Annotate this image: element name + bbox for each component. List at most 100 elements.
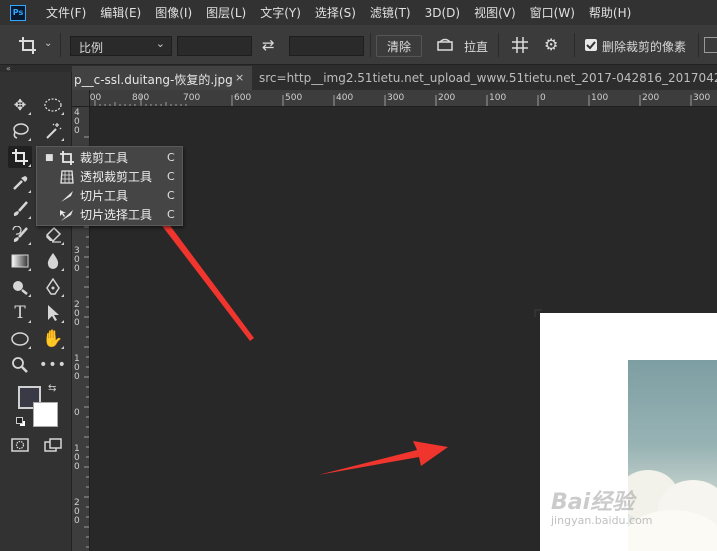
flyout-item-shortcut: C [167,151,175,164]
ratio-select-value: 比例 [79,41,104,55]
ruler-tick-label: 200 [438,93,456,103]
menu-view[interactable]: 视图(V) [474,4,516,21]
marquee-tool[interactable] [41,94,65,116]
flyout-item-label: 切片工具 [80,189,129,203]
ruler-tick-label: 300 [693,93,711,103]
hand-tool[interactable]: ✋ [41,328,65,350]
menu-help[interactable]: 帮助(H) [589,4,631,21]
ruler-tick-label: 500 [285,93,303,103]
chevron-down-icon: ⌄ [155,37,165,50]
brush-tool[interactable] [8,198,32,220]
ruler-tick-label: 0 [74,318,80,328]
menu-window[interactable]: 窗口(W) [530,4,575,21]
close-icon[interactable]: × [235,71,244,84]
flyout-item-crop[interactable]: ■ 裁剪工具 C [37,148,184,167]
menu-bar: Ps 文件(F) 编辑(E) 图像(I) 图层(L) 文字(Y) 选择(S) 滤… [0,0,717,25]
tab-document-1[interactable]: p__c-ssl.duitang-恢复的.jpg [72,66,252,90]
tab-document-2[interactable]: src=http__img2.51tietu.net_upload_www.51… [253,66,717,90]
crop-corner-handle[interactable] [534,309,542,317]
photoshop-logo: Ps [10,4,26,21]
flyout-item-label: 切片选择工具 [80,208,153,222]
crop-preset-dropdown-icon[interactable]: ⌄ [44,38,52,49]
ruler-tick-label: 0 [74,462,80,472]
quick-mask-icon[interactable] [8,434,32,456]
reset-icon[interactable] [704,37,717,53]
swap-colors-icon[interactable]: ⇆ [48,383,56,394]
ruler-corner [72,90,90,107]
menu-image[interactable]: 图像(I) [155,4,192,21]
flyout-item-label: 裁剪工具 [80,151,129,165]
history-brush-tool[interactable] [8,224,32,246]
crop-tool[interactable] [8,146,32,168]
ruler-horizontal: 900 800 700 600 500 400 300 200 100 0 10… [90,90,717,107]
screen-mode-icon[interactable] [41,434,65,456]
magic-wand-tool[interactable] [41,120,65,142]
menu-edit[interactable]: 编辑(E) [100,4,141,21]
flyout-item-perspective-crop[interactable]: 透视裁剪工具 C [37,167,184,186]
clear-button[interactable]: 清除 [376,35,422,57]
ruler-tick-label: 600 [234,93,252,103]
flyout-item-shortcut: C [167,170,175,183]
ruler-tick-label: 100 [489,93,507,103]
type-tool[interactable]: T [8,302,32,324]
active-bullet-icon: ■ [45,152,54,163]
tab-label: src=http__img2.51tietu.net_upload_www.51… [259,71,717,85]
watermark-brand: Bai经验 [551,490,635,515]
blur-tool[interactable] [41,250,65,272]
ruler-tick-label: 0 [74,408,80,418]
delete-cropped-label[interactable]: 删除裁剪的像素 [602,38,686,55]
menu-type[interactable]: 文字(Y) [260,4,301,21]
pen-tool[interactable] [41,276,65,298]
ruler-tick-label: 0 [74,126,80,136]
grid-overlay-icon[interactable] [511,36,529,54]
swap-icon[interactable]: ⇄ [262,36,275,54]
tools-panel: ✥ T ✋ ••• ⇆ [0,72,72,551]
path-selection-tool[interactable] [41,302,65,324]
ruler-tick-label: 0 [74,516,80,526]
menu-3d[interactable]: 3D(D) [425,6,460,20]
eraser-tool[interactable] [41,224,65,246]
perspective-crop-icon [59,169,75,185]
slice-select-icon [59,207,75,223]
shape-tool[interactable] [8,328,32,350]
document-tab-bar: p__c-ssl.duitang-恢复的.jpg × src=http__img… [72,66,717,90]
ratio-select[interactable]: 比例 ⌄ [70,36,172,56]
zoom-tool[interactable] [8,354,32,376]
flyout-item-slice[interactable]: 切片工具 C [37,186,184,205]
document-canvas[interactable]: Bai经验 jingyan.baidu.com [91,108,717,551]
ruler-tick-label: 0 [540,93,546,103]
menu-filter[interactable]: 滤镜(T) [370,4,411,21]
flyout-item-shortcut: C [167,189,175,202]
delete-cropped-checkbox[interactable] [585,39,597,51]
ruler-tick-label: 700 [183,93,201,103]
menu-file[interactable]: 文件(F) [46,4,86,21]
background-color-swatch[interactable] [33,402,58,427]
ruler-tick-label: 800 [132,93,150,103]
ruler-tick-label: 300 [387,93,405,103]
menu-select[interactable]: 选择(S) [315,4,356,21]
width-input[interactable] [177,36,252,56]
crop-preset-icon[interactable] [18,35,40,55]
straighten-icon[interactable] [436,37,454,53]
gear-icon[interactable]: ⚙ [544,35,558,54]
more-tools-icon[interactable]: ••• [39,354,66,376]
dodge-tool[interactable] [8,276,32,298]
ruler-tick-label: 400 [336,93,354,103]
crop-icon [59,150,75,166]
flyout-item-shortcut: C [167,208,175,221]
height-input[interactable] [289,36,364,56]
straighten-label[interactable]: 拉直 [464,38,488,55]
gradient-tool[interactable] [8,250,32,272]
ruler-tick-label: 200 [642,93,660,103]
menu-layer[interactable]: 图层(L) [206,4,246,21]
lasso-tool[interactable] [8,120,32,142]
flyout-item-slice-select[interactable]: 切片选择工具 C [37,205,184,224]
ruler-tick-label: 900 [90,93,102,103]
slice-icon [59,188,75,204]
eyedropper-tool[interactable] [8,172,32,194]
tab-label: p__c-ssl.duitang-恢复的.jpg [74,73,233,87]
move-tool[interactable]: ✥ [8,94,32,116]
ruler-tick-label: 0 [74,372,80,382]
ruler-tick-label: 100 [591,93,609,103]
default-colors-icon[interactable] [16,417,26,427]
